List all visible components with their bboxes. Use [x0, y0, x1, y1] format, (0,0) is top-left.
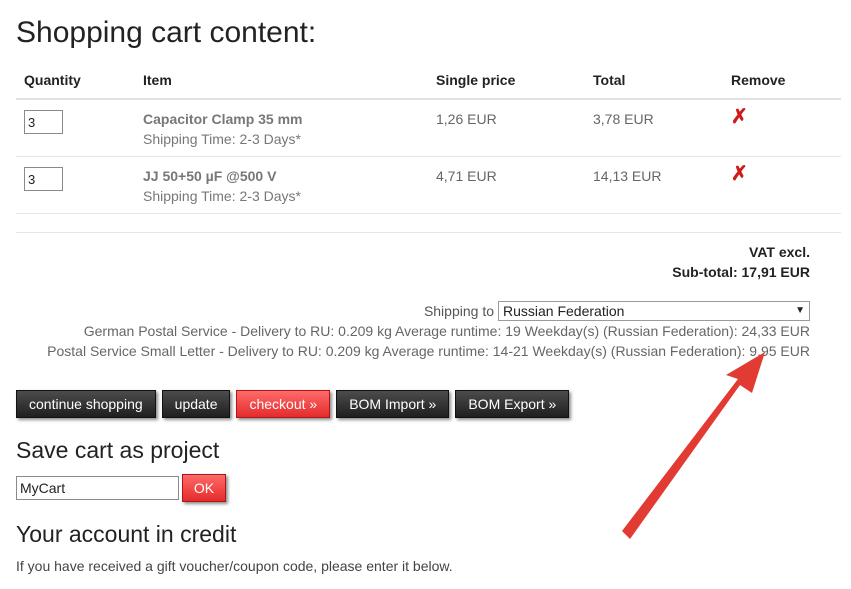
single-price: 1,26 EUR: [436, 111, 497, 127]
header-quantity: Quantity: [24, 72, 81, 88]
shipping-time: Shipping Time: 2-3 Days*: [143, 188, 301, 204]
table-header: Quantity Item Single price Total Remove: [16, 62, 841, 100]
bom-import-button[interactable]: BOM Import »: [336, 390, 450, 418]
header-single-price: Single price: [436, 72, 516, 88]
shipping-country-value: Russian Federation: [503, 303, 625, 319]
shipping-option: German Postal Service - Delivery to RU: …: [83, 323, 810, 339]
item-name[interactable]: Capacitor Clamp 35 mm: [143, 111, 436, 127]
arrow-shape: [622, 352, 765, 539]
page-title: Shopping cart content:: [16, 16, 317, 49]
update-button[interactable]: update: [161, 390, 231, 418]
cart-table: Quantity Item Single price Total Remove …: [16, 62, 841, 214]
total-price: 3,78 EUR: [593, 111, 654, 127]
total-price: 14,13 EUR: [593, 168, 662, 184]
shipping-time: Shipping Time: 2-3 Days*: [143, 131, 301, 147]
credit-title: Your account in credit: [16, 521, 237, 547]
credit-description: If you have received a gift voucher/coup…: [16, 558, 453, 574]
bom-export-button[interactable]: BOM Export »: [455, 390, 570, 418]
item-name[interactable]: JJ 50+50 µF @500 V: [143, 168, 436, 184]
table-divider: [16, 232, 841, 233]
header-total: Total: [593, 72, 626, 88]
vat-note: VAT excl.: [749, 244, 810, 260]
checkout-button[interactable]: checkout »: [236, 390, 331, 418]
save-project-title: Save cart as project: [16, 437, 220, 463]
subtotal: Sub-total: 17,91 EUR: [672, 264, 810, 280]
single-price: 4,71 EUR: [436, 168, 497, 184]
cart-actions: continue shopping update checkout » BOM …: [16, 390, 570, 418]
table-row: Capacitor Clamp 35 mm Shipping Time: 2-3…: [16, 100, 841, 157]
header-item: Item: [143, 72, 172, 88]
shipping-country-select[interactable]: Russian Federation ▼: [498, 301, 810, 321]
shipping-block: Shipping to Russian Federation ▼ German …: [47, 301, 810, 361]
remove-icon[interactable]: ✗: [731, 163, 748, 185]
totals: VAT excl. Sub-total: 17,91 EUR: [672, 242, 810, 282]
shipping-label: Shipping to: [423, 303, 494, 319]
quantity-input[interactable]: [24, 110, 63, 134]
table-row: JJ 50+50 µF @500 V Shipping Time: 2-3 Da…: [16, 157, 841, 214]
shipping-option: Postal Service Small Letter - Delivery t…: [47, 343, 810, 359]
caret-down-icon: ▼: [795, 305, 805, 316]
remove-icon[interactable]: ✗: [731, 106, 748, 128]
continue-shopping-button[interactable]: continue shopping: [16, 390, 156, 418]
quantity-input[interactable]: [24, 167, 63, 191]
header-remove: Remove: [731, 72, 786, 88]
project-name-input[interactable]: [16, 476, 179, 500]
ok-button[interactable]: OK: [182, 474, 226, 502]
